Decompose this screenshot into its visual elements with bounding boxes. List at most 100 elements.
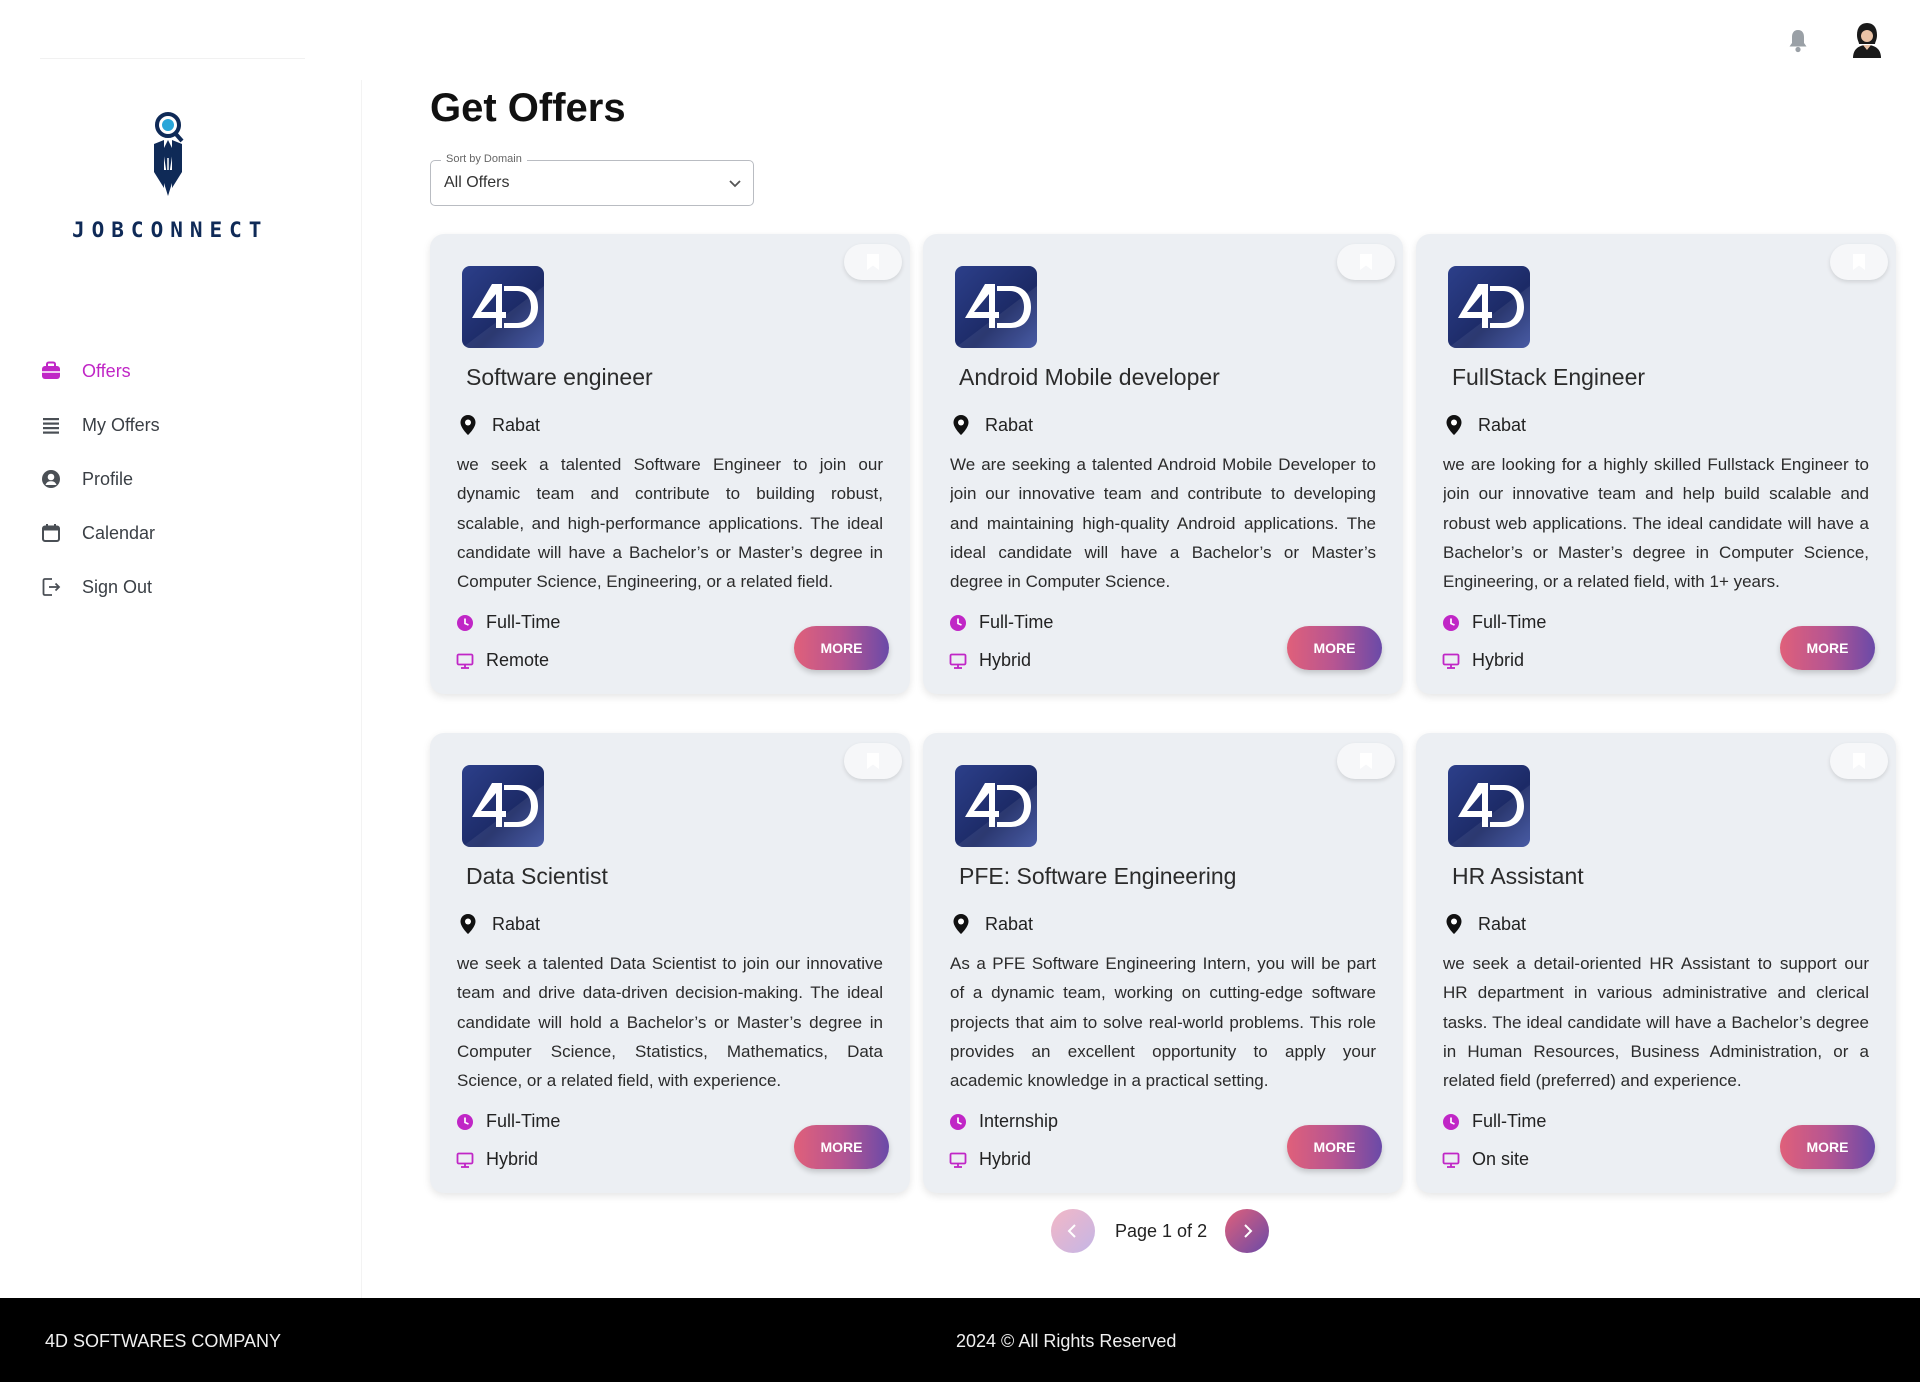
more-button[interactable]: MORE (1287, 1125, 1382, 1169)
sidebar-item-label: Profile (82, 468, 134, 489)
sidebar-item-label: Sign Out (82, 576, 153, 597)
sidebar-item-my-offers[interactable]: My Offers (40, 398, 160, 452)
location-row: Rabat (1444, 913, 1526, 935)
offer-card: HR Assistant Rabat we seek a detail-orie… (1416, 733, 1896, 1193)
job-type-row: Full-Time (456, 1111, 560, 1132)
location-row: Rabat (951, 414, 1033, 436)
job-type: Internship (979, 1111, 1059, 1131)
page-title: Get Offers (430, 86, 626, 130)
job-title[interactable]: Data Scientist (466, 863, 608, 890)
company-logo (1448, 266, 1530, 348)
company-logo (1448, 765, 1530, 847)
monitor-icon (456, 653, 474, 669)
work-mode-row: Hybrid (949, 1149, 1031, 1170)
bookmark-button[interactable] (1830, 244, 1888, 280)
bookmark-icon (1360, 254, 1372, 270)
bookmark-button[interactable] (844, 743, 902, 779)
work-mode-row: Hybrid (456, 1149, 538, 1170)
footer-company: 4D SOFTWARES COMPANY (45, 1331, 282, 1351)
work-mode-row: Hybrid (949, 650, 1031, 671)
user-avatar-icon[interactable] (1851, 22, 1883, 58)
bookmark-icon (867, 254, 879, 270)
job-title[interactable]: Android Mobile developer (959, 364, 1220, 391)
monitor-icon (1442, 1152, 1460, 1168)
brand-name: JOBCONNECT (72, 218, 269, 242)
sidebar-item-sign-out[interactable]: Sign Out (40, 560, 160, 614)
prev-page-button[interactable] (1051, 1209, 1095, 1253)
job-type: Full-Time (1472, 612, 1547, 632)
sort-domain-select[interactable]: Sort by Domain All Offers (430, 153, 754, 206)
briefcase-icon (42, 361, 60, 379)
location-pin-icon (1446, 914, 1462, 934)
clock-icon (1443, 614, 1459, 631)
job-type-row: Full-Time (1442, 612, 1546, 633)
job-description: As a PFE Software Engineering Intern, yo… (950, 954, 1376, 1091)
job-title[interactable]: HR Assistant (1452, 863, 1584, 890)
job-title[interactable]: Software engineer (466, 364, 653, 391)
job-location: Rabat (492, 414, 541, 435)
more-button[interactable]: MORE (794, 1125, 889, 1169)
sidebar-nav: Offers My Offers Profile Calendar Sign O… (40, 344, 160, 614)
company-logo (955, 765, 1037, 847)
bookmark-button[interactable] (1830, 743, 1888, 779)
clock-icon (950, 1113, 966, 1130)
more-button[interactable]: MORE (1287, 626, 1382, 670)
clock-icon (457, 1113, 473, 1130)
location-row: Rabat (1444, 414, 1526, 436)
work-mode: Hybrid (486, 1149, 539, 1169)
job-location: Rabat (985, 913, 1034, 934)
location-pin-icon (460, 914, 476, 934)
job-location: Rabat (1478, 414, 1527, 435)
offer-card: FullStack Engineer Rabat we are looking … (1416, 234, 1896, 694)
clock-icon (1443, 1113, 1459, 1130)
job-type: Full-Time (486, 612, 561, 632)
more-button[interactable]: MORE (1780, 1125, 1875, 1169)
job-location: Rabat (1478, 913, 1527, 934)
work-mode: Hybrid (979, 650, 1032, 670)
sign-out-icon (42, 578, 61, 596)
job-title[interactable]: FullStack Engineer (1452, 364, 1645, 391)
job-type-row: Internship (949, 1111, 1058, 1132)
bookmark-icon (1853, 254, 1865, 270)
footer: 4D SOFTWARES COMPANY 2024 © All Rights R… (0, 1298, 1920, 1382)
location-pin-icon (953, 415, 969, 435)
sidebar-item-offers[interactable]: Offers (40, 344, 160, 398)
bell-icon[interactable] (1786, 28, 1810, 54)
job-description: we seek a detail-oriented HR Assistant t… (1443, 954, 1869, 1091)
company-logo (462, 266, 544, 348)
monitor-icon (949, 653, 967, 669)
location-pin-icon (460, 415, 476, 435)
bookmark-button[interactable] (844, 244, 902, 280)
more-button[interactable]: MORE (1780, 626, 1875, 670)
divider (40, 58, 305, 59)
job-type: Full-Time (486, 1111, 561, 1131)
chevron-down-icon (729, 180, 741, 188)
location-row: Rabat (951, 913, 1033, 935)
sort-label: Sort by Domain (441, 153, 527, 165)
bookmark-icon (867, 753, 879, 769)
sidebar-item-profile[interactable]: Profile (40, 452, 160, 506)
bookmark-button[interactable] (1337, 244, 1395, 280)
offer-card: PFE: Software Engineering Rabat As a PFE… (923, 733, 1403, 1193)
offer-card: Software engineer Rabat we seek a talent… (430, 234, 910, 694)
bookmark-button[interactable] (1337, 743, 1395, 779)
work-mode-row: On site (1442, 1149, 1529, 1170)
work-mode: Hybrid (1472, 650, 1525, 670)
offer-card: Android Mobile developer Rabat We are se… (923, 234, 1403, 694)
footer-copyright: 2024 © All Rights Reserved (956, 1331, 1177, 1351)
list-icon (43, 418, 59, 434)
sidebar-item-calendar[interactable]: Calendar (40, 506, 160, 560)
offer-card: Data Scientist Rabat we seek a talented … (430, 733, 910, 1193)
job-type: Full-Time (1472, 1111, 1547, 1131)
job-description: we seek a talented Data Scientist to joi… (457, 954, 883, 1091)
next-page-button[interactable] (1225, 1209, 1269, 1253)
job-title[interactable]: PFE: Software Engineering (959, 863, 1236, 890)
more-button[interactable]: MORE (794, 626, 889, 670)
chevron-left-icon (1067, 1224, 1076, 1238)
job-location: Rabat (985, 414, 1034, 435)
job-location: Rabat (492, 913, 541, 934)
sidebar-item-label: My Offers (82, 414, 160, 435)
company-logo (462, 765, 544, 847)
monitor-icon (1442, 653, 1460, 669)
work-mode-row: Remote (456, 650, 549, 671)
